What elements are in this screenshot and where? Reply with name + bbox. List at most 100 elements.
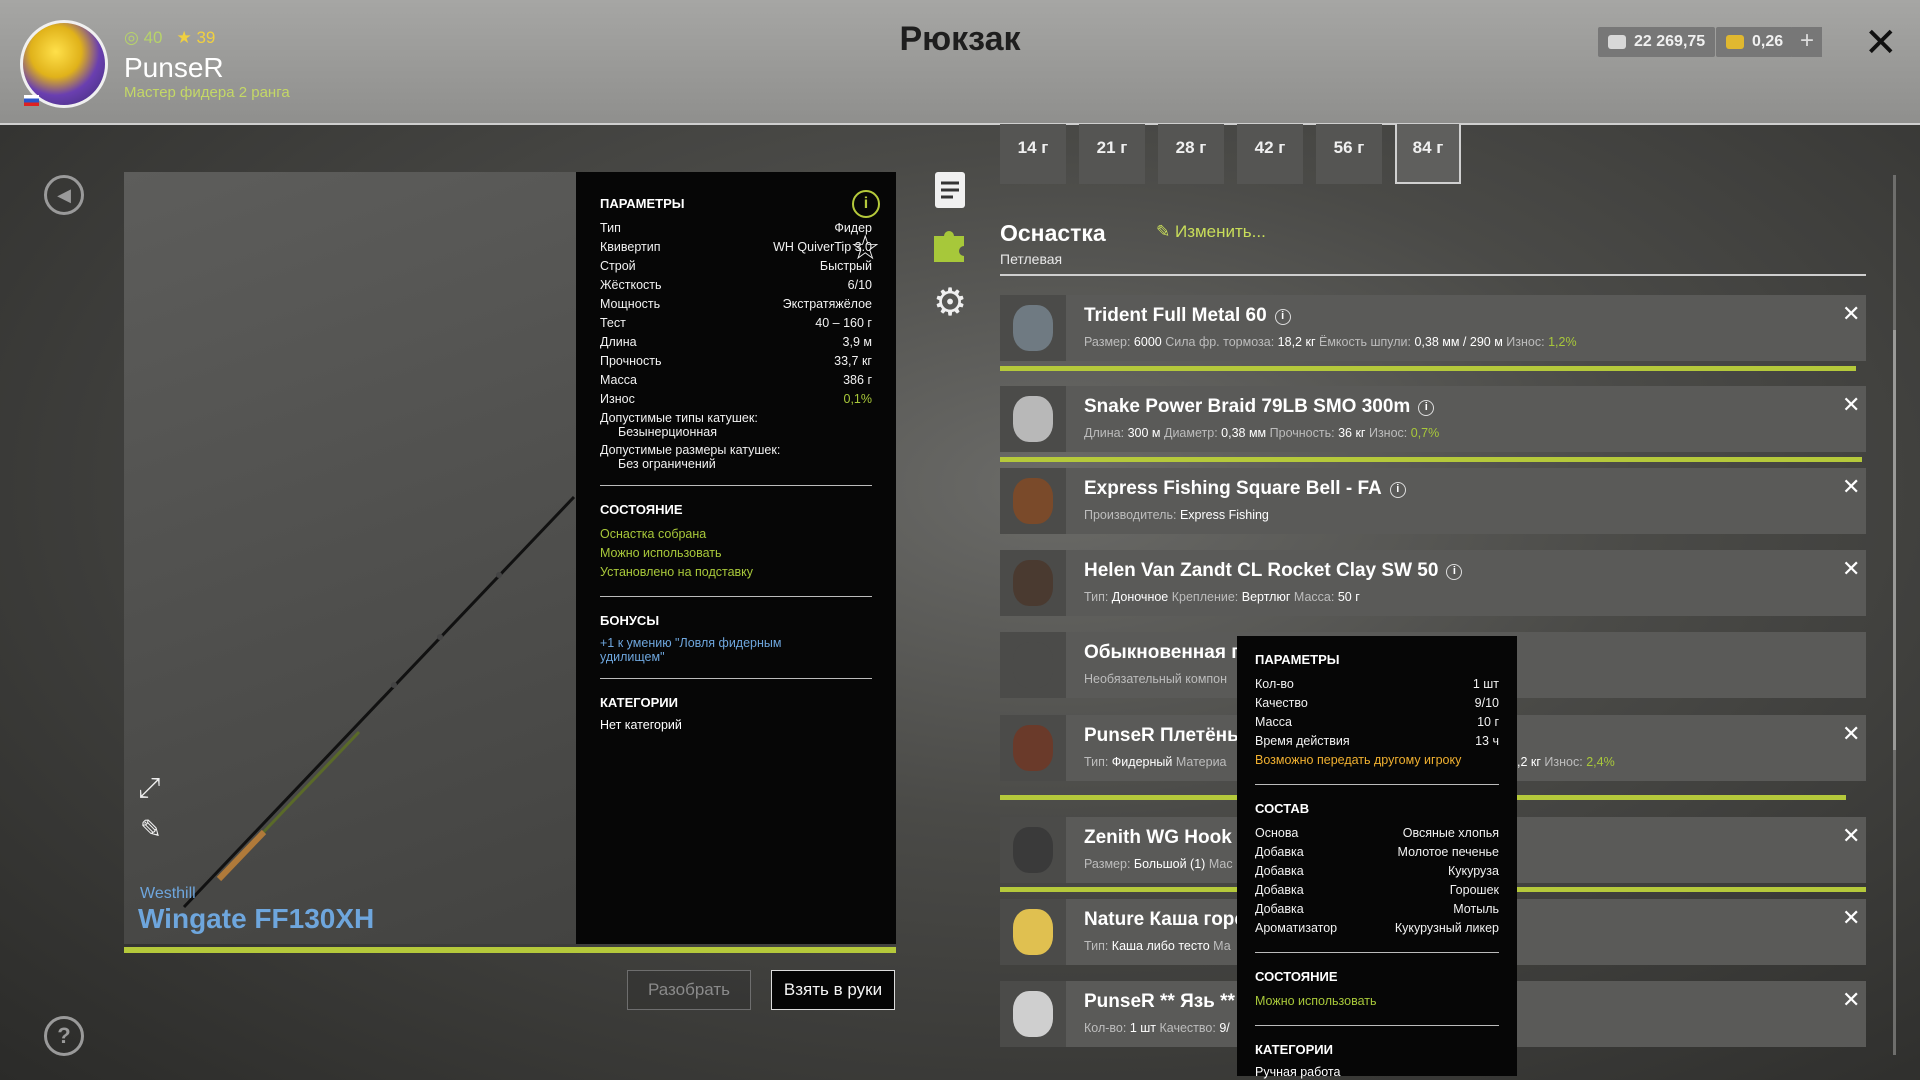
desc-label: Диаметр:	[1163, 426, 1218, 440]
categories-value: Нет категорий	[600, 718, 682, 732]
add-currency-button[interactable]: +	[1792, 27, 1822, 57]
silver-balance: 22 269,75	[1598, 27, 1716, 57]
item-title: Обыкновенная п	[1084, 642, 1243, 663]
desc-value: 300 м	[1127, 426, 1161, 440]
item-thumbnail	[1000, 632, 1066, 698]
remove-item-button[interactable]: ✕	[1842, 905, 1860, 931]
item-name: Express Fishing Square Bell - FA i	[1084, 478, 1406, 500]
reel-sizes-label: Допустимые размеры катушек:	[600, 443, 781, 457]
rod-image	[182, 495, 576, 909]
param-row: Мощность Экстратяжёлое	[600, 295, 872, 314]
composition-label: Добавка	[1255, 902, 1304, 916]
rig-title: Оснастка	[1000, 220, 1106, 246]
expand-icon[interactable]: ⤢	[138, 772, 160, 805]
param-row: Строй Быстрый	[600, 257, 872, 276]
help-icon[interactable]: ?	[44, 1016, 84, 1056]
rod-name: Wingate FF130XH	[138, 903, 375, 934]
param-label: Длина	[600, 335, 637, 349]
item-title: PunseR Плетёный	[1084, 725, 1256, 746]
composition-label: Добавка	[1255, 845, 1304, 859]
puzzle-icon[interactable]	[930, 224, 970, 274]
back-icon[interactable]: ◀	[44, 175, 84, 215]
composition-label: Добавка	[1255, 864, 1304, 878]
desc-value: Вертлюг	[1241, 590, 1291, 604]
rig-item[interactable]: Helen Van Zandt CL Rocket Clay SW 50 i Тип…	[1000, 550, 1866, 616]
info-icon[interactable]: i	[1389, 482, 1406, 498]
composition-row: Добавка Мотыль	[1255, 900, 1499, 919]
param-row: Жёсткость 6/10	[600, 276, 872, 295]
item-picture	[1013, 909, 1053, 955]
weight-tab[interactable]: 14 г	[1000, 124, 1066, 184]
composition-row: Добавка Молотое печенье	[1255, 843, 1499, 862]
composition-row: Добавка Кукуруза	[1255, 862, 1499, 881]
disassemble-button[interactable]: Разобрать	[627, 970, 751, 1010]
params-heading: ПАРАМЕТРЫ	[600, 196, 685, 211]
rig-item[interactable]: Trident Full Metal 60 i Размер: 6000 Сила …	[1000, 295, 1866, 361]
remove-item-button[interactable]: ✕	[1842, 556, 1860, 582]
bait-tooltip: ПАРАМЕТРЫ Кол-во 1 шт Качество 9/10 Масса 10 …	[1237, 636, 1517, 1079]
desc-value: Фидерный	[1111, 755, 1173, 769]
remove-item-button[interactable]: ✕	[1842, 987, 1860, 1013]
weight-tab[interactable]: 28 г	[1158, 124, 1224, 184]
info-icon[interactable]: i	[1446, 564, 1463, 580]
composition-value: Кукурузный ликер	[1394, 921, 1499, 935]
item-picture	[1013, 725, 1053, 771]
remove-item-button[interactable]: ✕	[1842, 392, 1860, 418]
composition-value: Молотое печенье	[1397, 845, 1499, 859]
desc-value: Каша либо тесто	[1111, 939, 1210, 953]
desc-value: 36 кг	[1338, 426, 1366, 440]
item-description: Кол-во: 1 шт Качество: 9/	[1084, 1021, 1230, 1035]
reel-sizes-value: Без ограничений	[618, 457, 716, 471]
rig-item[interactable]: Express Fishing Square Bell - FA i Произво…	[1000, 468, 1866, 534]
rod-preview: ⤢ ✎	[124, 172, 576, 944]
info-icon[interactable]: i	[1274, 309, 1291, 325]
remove-item-button[interactable]: ✕	[1842, 823, 1860, 849]
info-icon[interactable]: i	[852, 190, 880, 218]
close-button[interactable]: ✕	[1864, 20, 1898, 66]
item-description-tail: ,2 кг Износ: 2,4%	[1517, 755, 1615, 769]
param-value: 40 – 160 г	[815, 316, 872, 330]
desc-label: Кол-во:	[1084, 1021, 1127, 1035]
info-icon[interactable]: i	[1418, 400, 1435, 416]
tooltip-param-row: Масса 10 г	[1255, 713, 1499, 732]
document-icon[interactable]	[930, 170, 970, 220]
take-in-hands-button[interactable]: Взять в руки	[771, 970, 895, 1010]
state-heading: СОСТОЯНИЕ	[600, 502, 683, 517]
item-name: Helen Van Zandt CL Rocket Clay SW 50 i	[1084, 560, 1463, 582]
silver-coin-icon	[1608, 35, 1626, 49]
remove-item-button[interactable]: ✕	[1842, 474, 1860, 500]
weight-tab[interactable]: 56 г	[1316, 124, 1382, 184]
item-description: Длина: 300 м Диаметр: 0,38 мм Прочность:…	[1084, 426, 1439, 440]
gear-icon[interactable]: ⚙	[930, 280, 970, 325]
item-thumbnail	[1000, 715, 1066, 781]
param-label: Масса	[600, 373, 637, 387]
edit-icon[interactable]: ✎	[140, 814, 162, 845]
russia-flag-icon	[24, 95, 39, 106]
scrollbar-thumb[interactable]	[1893, 330, 1896, 750]
weight-tab[interactable]: 42 г	[1237, 124, 1303, 184]
favorite-star-icon[interactable]: ☆	[850, 228, 880, 268]
desc-value: 18,2 кг	[1277, 335, 1316, 349]
desc-value: 6000	[1133, 335, 1162, 349]
param-value: 33,7 кг	[834, 354, 872, 368]
desc-label: Износ:	[1544, 755, 1583, 769]
weight-tab[interactable]: 21 г	[1079, 124, 1145, 184]
desc-label: Износ:	[1368, 426, 1408, 440]
weight-tab[interactable]: 84 г	[1395, 124, 1461, 184]
change-rig-link[interactable]: ✎ Изменить...	[1156, 222, 1266, 242]
param-value: 9/10	[1474, 696, 1499, 710]
item-title: Nature Каша горс	[1084, 909, 1245, 930]
param-value: 386 г	[843, 373, 872, 387]
rod-manufacturer: Westhill	[140, 885, 196, 902]
divider	[1255, 952, 1499, 953]
item-picture	[1013, 991, 1053, 1037]
remove-item-button[interactable]: ✕	[1842, 301, 1860, 327]
tooltip-param-row: Качество 9/10	[1255, 694, 1499, 713]
remove-item-button[interactable]: ✕	[1842, 721, 1860, 747]
rig-item[interactable]: Snake Power Braid 79LB SMO 300m i Длина: 3…	[1000, 386, 1866, 452]
item-title: Trident Full Metal 60	[1084, 305, 1267, 326]
reel-types-value: Безынерционная	[618, 425, 718, 439]
item-thumbnail	[1000, 468, 1066, 534]
composition-list: Основа Овсяные хлопья Добавка Молотое печен…	[1255, 824, 1499, 938]
item-picture	[1013, 478, 1053, 524]
